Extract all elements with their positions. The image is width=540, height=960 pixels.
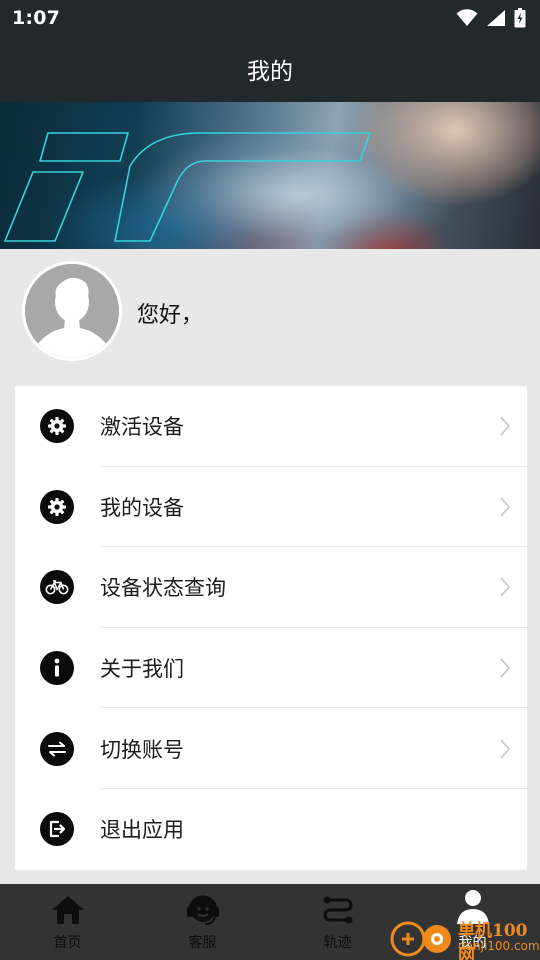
chevron-right-icon [500, 658, 511, 678]
watermark-emblem-icon [390, 921, 451, 957]
page-title: 我的 [247, 59, 293, 85]
title-bar: 我的 [0, 36, 540, 102]
menu-item-label: 退出应用 [100, 818, 184, 843]
info-icon [40, 651, 74, 686]
tab-label: 轨迹 [323, 935, 352, 951]
avatar[interactable] [22, 261, 122, 361]
menu-item-label: 我的设备 [100, 495, 184, 520]
menu-item-label: 激活设备 [100, 415, 184, 440]
menu-list: 激活设备 我的设备 设备状态查询 关于我们 切换账号 退出应用 [15, 386, 527, 870]
chevron-right-icon [500, 416, 511, 436]
menu-item-my-devices[interactable]: 我的设备 [15, 467, 527, 548]
chevron-right-icon [500, 739, 511, 759]
wifi-icon [456, 9, 478, 26]
menu-item-label: 关于我们 [100, 657, 184, 682]
default-avatar-icon [25, 264, 119, 358]
chevron-right-icon [500, 497, 511, 517]
menu-item-exit-app[interactable]: 退出应用 [15, 789, 527, 870]
tab-label: 客服 [188, 935, 217, 951]
swap-icon [40, 731, 74, 766]
route-icon [323, 896, 352, 924]
tab-home[interactable]: 首页 [0, 884, 135, 960]
tab-track[interactable]: 轨迹 [270, 884, 405, 960]
profile-section: 您好， [0, 249, 540, 375]
watermark-logo: 单机100网 danji100.com [388, 912, 540, 960]
status-icons [456, 8, 526, 28]
tab-customer-service[interactable]: 客服 [135, 884, 270, 960]
menu-item-label: 切换账号 [100, 737, 184, 762]
status-bar: 1:07 [0, 0, 540, 36]
menu-item-switch-account[interactable]: 切换账号 [15, 708, 527, 789]
headset-icon [186, 895, 219, 925]
cellular-signal-icon [487, 10, 505, 26]
menu-item-label: 设备状态查询 [100, 576, 226, 601]
battery-charging-icon [514, 8, 526, 28]
home-icon [51, 896, 84, 924]
tab-label: 首页 [53, 935, 82, 951]
chevron-right-icon [500, 577, 511, 598]
status-time: 1:07 [12, 7, 61, 29]
greeting-text: 您好， [137, 303, 204, 328]
watermark-text: 单机100网 [458, 921, 528, 960]
exit-icon [40, 812, 74, 847]
bicycle-icon [40, 570, 74, 605]
gear-icon [40, 409, 74, 444]
watermark-url: danji100.com [458, 939, 540, 953]
menu-item-device-status[interactable]: 设备状态查询 [15, 547, 527, 628]
gear-icon [40, 489, 74, 524]
banner-image [0, 102, 540, 249]
menu-item-about-us[interactable]: 关于我们 [15, 628, 527, 709]
banner-logo-outline [3, 132, 372, 242]
menu-item-activate-device[interactable]: 激活设备 [15, 386, 527, 467]
